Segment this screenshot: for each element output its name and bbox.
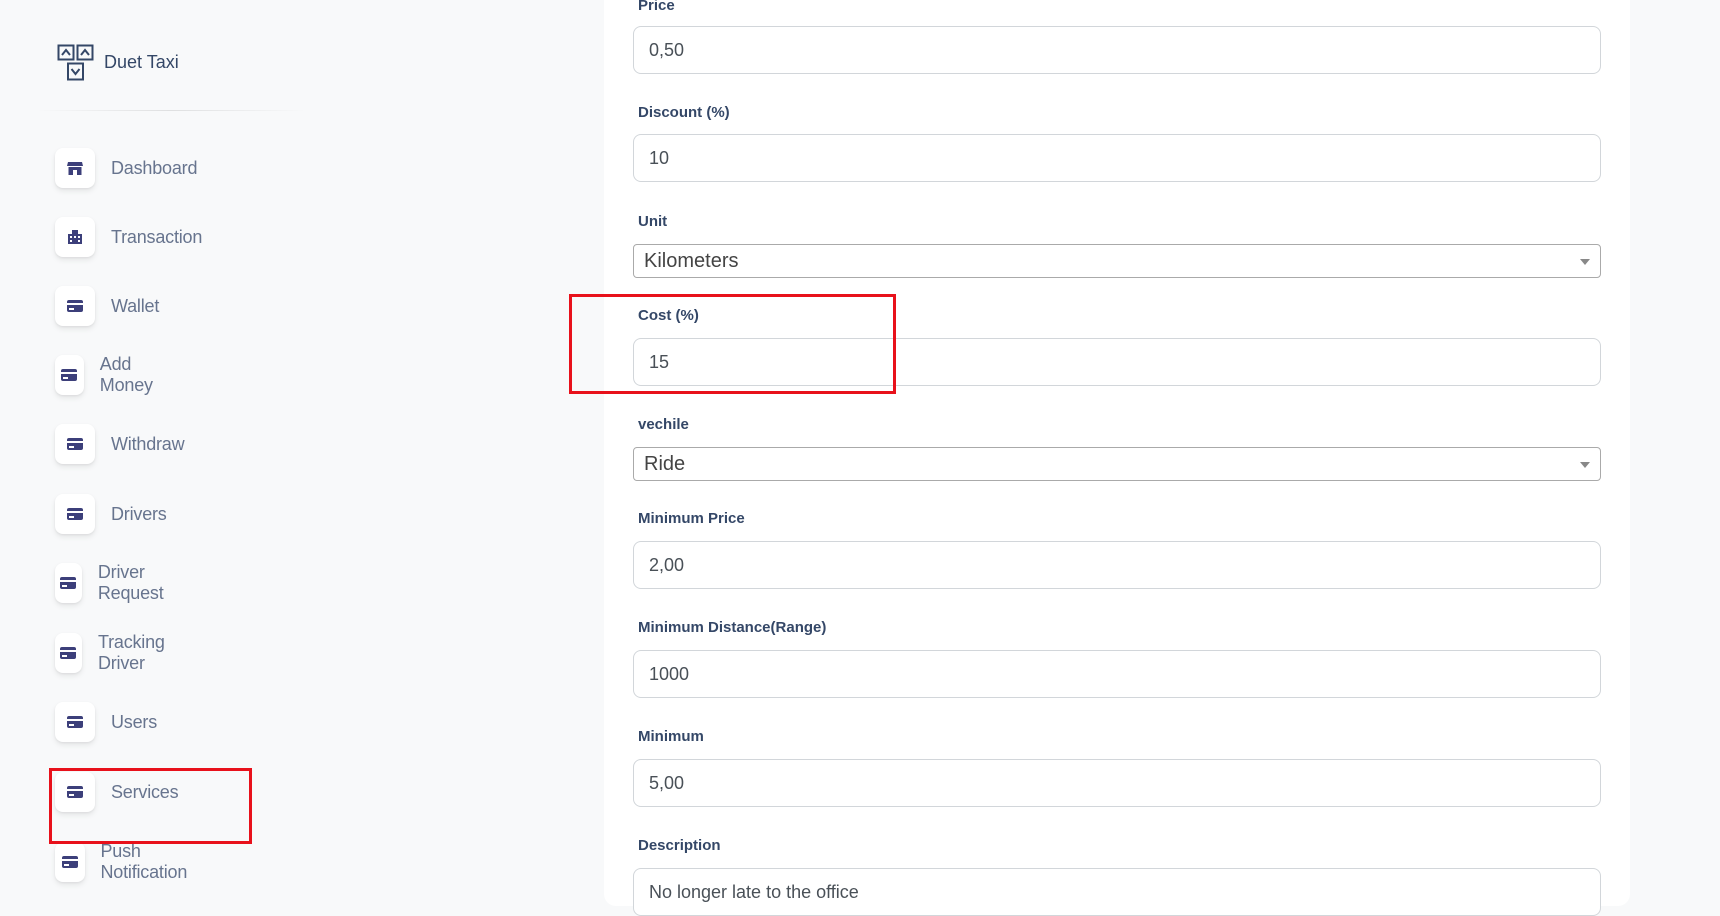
chevron-down-icon xyxy=(1580,462,1590,468)
description-input[interactable] xyxy=(633,868,1601,916)
sidebar-item-push-notification[interactable]: Push Notification xyxy=(55,840,198,884)
minimum-input[interactable] xyxy=(633,759,1601,807)
sidebar-item-label: Users xyxy=(111,711,158,732)
card-icon xyxy=(55,286,95,326)
sidebar-item-tracking-driver[interactable]: Tracking Driver xyxy=(55,631,178,675)
sidebar-item-drivers[interactable]: Drivers xyxy=(55,492,167,536)
sidebar-item-label: Services xyxy=(111,781,179,802)
sidebar-item-services[interactable]: Services xyxy=(55,770,179,814)
brand[interactable]: Duet Taxi xyxy=(57,44,179,81)
price-input[interactable] xyxy=(633,26,1601,74)
building-icon xyxy=(55,217,95,257)
vehicle-select[interactable]: Ride xyxy=(633,447,1601,481)
minimum-distance-label: Minimum Distance(Range) xyxy=(638,619,827,636)
sidebar-item-label: Push Notification xyxy=(100,841,188,882)
cost-label: Cost (%) xyxy=(638,307,699,324)
minimum-price-label: Minimum Price xyxy=(638,510,745,527)
sidebar-item-label: Drivers xyxy=(111,503,167,524)
duet-logo-icon xyxy=(57,44,94,81)
sidebar-item-dashboard[interactable]: Dashboard xyxy=(55,146,197,190)
sidebar-item-label: Withdraw xyxy=(111,433,185,454)
minimum-price-input[interactable] xyxy=(633,541,1601,589)
minimum-label: Minimum xyxy=(638,728,704,745)
chevron-down-icon xyxy=(1580,259,1590,265)
unit-selected-value: Kilometers xyxy=(644,249,739,272)
sidebar-item-driver-request[interactable]: Driver Request xyxy=(55,561,177,605)
cost-input[interactable] xyxy=(633,338,1601,386)
brand-name: Duet Taxi xyxy=(104,52,179,72)
card-icon xyxy=(55,633,82,673)
discount-input[interactable] xyxy=(633,134,1601,182)
sidebar-item-wallet[interactable]: Wallet xyxy=(55,284,159,328)
sidebar-item-transaction[interactable]: Transaction xyxy=(55,215,202,259)
sidebar-item-label: Driver Request xyxy=(97,562,164,603)
card-icon xyxy=(55,424,95,464)
sidebar-item-label: Wallet xyxy=(111,295,160,316)
card-icon xyxy=(55,842,85,882)
card-icon xyxy=(55,702,95,742)
sidebar-item-add-money[interactable]: Add Money xyxy=(55,353,164,397)
sidebar-item-label: Add Money xyxy=(99,354,153,395)
card-icon xyxy=(55,355,84,395)
sidebar-item-label: Transaction xyxy=(111,226,203,247)
vehicle-selected-value: Ride xyxy=(644,452,686,475)
sidebar-item-users[interactable]: Users xyxy=(55,700,157,744)
price-label: Price xyxy=(638,0,675,14)
sidebar-item-withdraw[interactable]: Withdraw xyxy=(55,422,185,466)
card-icon xyxy=(55,563,82,603)
unit-label: Unit xyxy=(638,213,668,230)
sidebar-item-label: Dashboard xyxy=(111,157,198,178)
sidebar: Duet Taxi Dashboard Transaction Wallet A… xyxy=(0,0,340,906)
vehicle-label: vechile xyxy=(638,416,689,433)
card-icon xyxy=(55,772,95,812)
sidebar-item-label: Tracking Driver xyxy=(97,632,165,673)
discount-label: Discount (%) xyxy=(638,104,730,121)
shop-icon xyxy=(55,148,95,188)
sidebar-divider xyxy=(36,110,306,111)
unit-select[interactable]: Kilometers xyxy=(633,244,1601,278)
minimum-distance-input[interactable] xyxy=(633,650,1601,698)
description-label: Description xyxy=(638,837,721,854)
card-icon xyxy=(55,494,95,534)
